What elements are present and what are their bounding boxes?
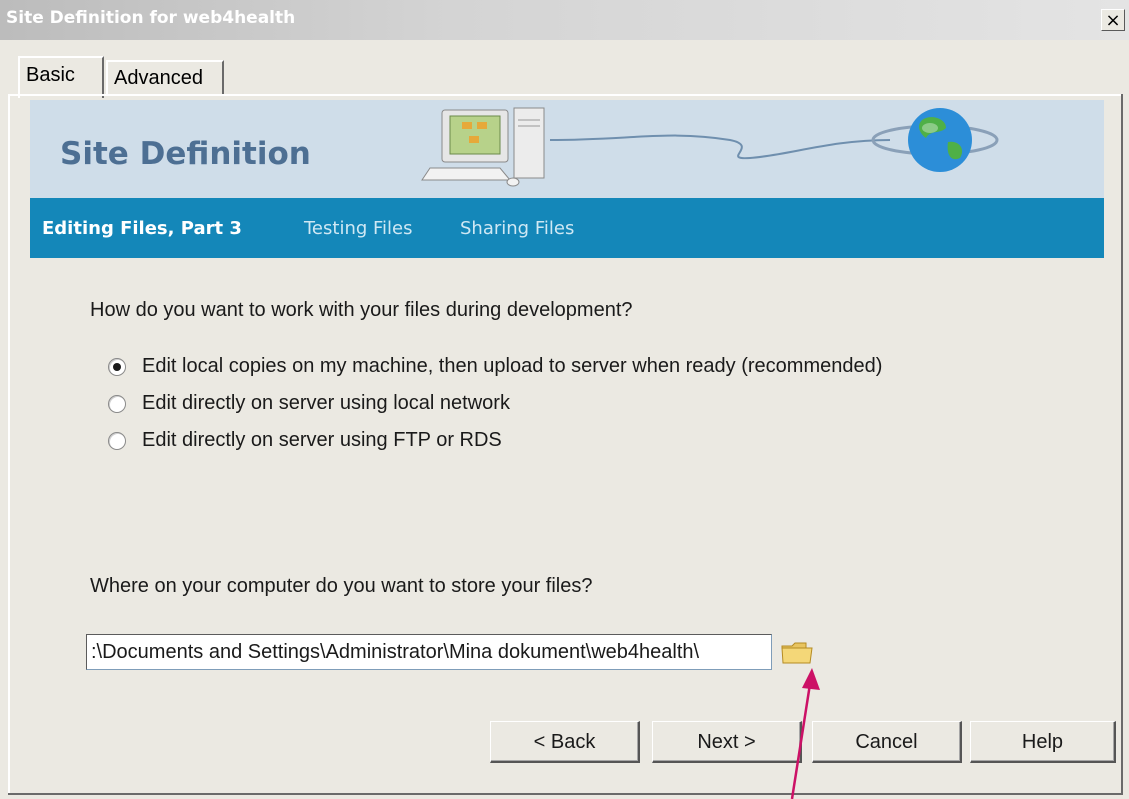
site-definition-dialog: Site Definition for web4health × Advance… bbox=[0, 0, 1129, 799]
annotation-arrow bbox=[790, 668, 820, 799]
